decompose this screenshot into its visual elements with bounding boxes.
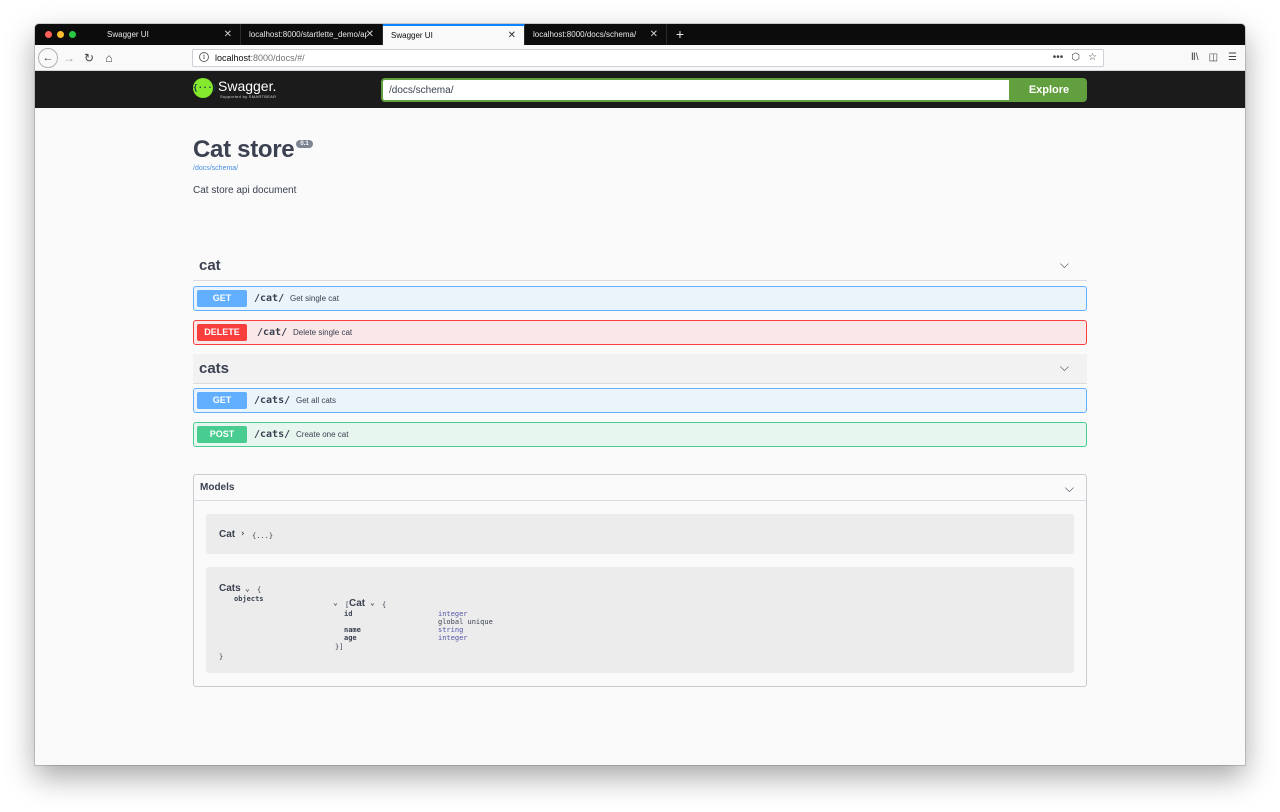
pocket-icon[interactable]: ⬡ [1071, 50, 1080, 66]
zoom-window-button[interactable] [69, 31, 76, 38]
field-type: integer [438, 610, 468, 618]
tab-title: localhost:8000/startlette_demo/api [249, 30, 367, 39]
chevron-right-icon[interactable]: › [240, 529, 245, 539]
api-info: Cat store 0.1 /docs/schema/ Cat store api… [193, 136, 1087, 196]
method-badge: GET [197, 392, 247, 409]
url-path: :8000/docs/#/ [250, 53, 305, 63]
sidebar-icon[interactable]: ◫ [1209, 49, 1218, 67]
chevron-down-icon[interactable]: ⌄ [245, 584, 250, 593]
operation-get-cats[interactable]: GET /cats/ Get all cats [193, 388, 1087, 413]
tab-title: Swagger UI [107, 30, 149, 39]
operation-summary: Create one cat [296, 430, 349, 439]
swagger-logo-icon: {···} [193, 78, 217, 98]
close-icon[interactable]: ✕ [224, 24, 232, 45]
bookmark-star-icon[interactable]: ☆ [1088, 50, 1097, 66]
forward-arrow-icon[interactable]: → [59, 48, 79, 68]
window-controls [45, 31, 76, 38]
explore-button[interactable]: Explore [1011, 78, 1087, 102]
back-arrow-icon[interactable]: ← [38, 48, 58, 68]
operation-summary: Get single cat [290, 294, 339, 303]
inner-close-brace: }] [335, 643, 344, 651]
url-actions: ••• ⬡ ☆ [1053, 50, 1097, 66]
field-name: age [344, 634, 357, 642]
url-text[interactable]: localhost:8000/docs/#/ [215, 50, 305, 66]
model-name: Cats [219, 583, 241, 594]
open-brace: { [257, 586, 262, 594]
close-icon[interactable]: ✕ [366, 24, 374, 45]
operation-path: /cats/ [254, 395, 291, 406]
url-bar[interactable]: i localhost:8000/docs/#/ ••• ⬡ ☆ [192, 49, 1104, 67]
swagger-logo-text: Swagger. [218, 78, 277, 94]
models-title: Models [200, 482, 235, 493]
field-note: global unique [438, 618, 493, 626]
model-cat[interactable]: Cat › {...} [206, 514, 1074, 554]
close-icon[interactable]: ✕ [508, 26, 516, 45]
minimize-window-button[interactable] [57, 31, 64, 38]
inner-open-brace: { [382, 601, 387, 609]
swagger-topbar: {···} Swagger. Supported by SMARTBEAR Ex… [35, 71, 1245, 108]
method-badge: GET [197, 290, 247, 307]
new-tab-button[interactable]: + [673, 24, 687, 45]
property-name: objects [234, 595, 264, 603]
spec-url-form: Explore [381, 78, 1087, 102]
site-info-icon[interactable]: i [199, 52, 209, 62]
model-collapsed-toggle[interactable]: {...} [252, 532, 273, 540]
library-icon[interactable]: Ⅱ\ [1191, 49, 1199, 67]
tab-title: Swagger UI [391, 31, 433, 40]
chevron-down-icon[interactable]: ⌄ [370, 598, 375, 607]
model-cats: Cats ⌄ { objects ⌄ [ Cat ⌄ { id integer … [206, 567, 1074, 673]
chevron-down-icon[interactable]: ⌵ [1065, 481, 1074, 496]
url-host: localhost [215, 53, 251, 63]
tab-swagger-ui-1[interactable]: Swagger UI ✕ [99, 24, 241, 45]
page-actions-icon[interactable]: ••• [1053, 50, 1064, 66]
tag-name: cats [199, 360, 230, 377]
inner-model-name: Cat [349, 598, 366, 609]
tag-name: cat [199, 257, 221, 274]
tab-strip: Swagger UI ✕ localhost:8000/startlette_d… [35, 24, 1245, 45]
operation-get-cat[interactable]: GET /cat/ Get single cat [193, 286, 1087, 311]
chevron-down-icon[interactable]: ⌄ [333, 598, 338, 607]
toolbar-right: Ⅱ\ ◫ ☰ [1191, 49, 1237, 67]
chevron-down-icon[interactable]: ⌵ [1060, 360, 1069, 375]
reload-icon[interactable]: ↻ [79, 48, 99, 68]
tab-title: localhost:8000/docs/schema/ [533, 30, 637, 39]
home-icon[interactable]: ⌂ [99, 48, 119, 68]
field-type: string [438, 626, 464, 634]
operation-summary: Delete single cat [293, 328, 353, 337]
method-badge: DELETE [197, 324, 247, 341]
models-section: Models ⌵ Cat › {...} Cats ⌄ { objects ⌄ … [193, 474, 1087, 687]
api-title: Cat store [193, 136, 295, 163]
browser-window: Swagger UI ✕ localhost:8000/startlette_d… [35, 24, 1245, 765]
method-badge: POST [197, 426, 247, 443]
operation-summary: Get all cats [296, 396, 337, 405]
field-name: id [344, 610, 353, 618]
operation-path: /cats/ [254, 429, 291, 440]
operation-path: /cat/ [257, 327, 288, 338]
swagger-logo-subtitle: Supported by SMARTBEAR [220, 94, 277, 99]
field-name: name [344, 626, 361, 634]
tab-startlette-demo[interactable]: localhost:8000/startlette_demo/api ✕ [241, 24, 383, 45]
menu-icon[interactable]: ☰ [1228, 49, 1237, 67]
tag-header-cat[interactable]: cat ⌵ [193, 251, 1087, 281]
operation-post-cats[interactable]: POST /cats/ Create one cat [193, 422, 1087, 447]
model-name: Cat [219, 529, 236, 540]
close-icon[interactable]: ✕ [650, 24, 658, 45]
version-badge: 0.1 [296, 140, 313, 148]
tab-docs-schema[interactable]: localhost:8000/docs/schema/ ✕ [525, 24, 667, 45]
spec-url-input[interactable] [381, 78, 1011, 102]
api-description: Cat store api document [193, 185, 297, 196]
spec-link[interactable]: /docs/schema/ [193, 165, 238, 172]
field-type: integer [438, 634, 468, 642]
chevron-down-icon[interactable]: ⌵ [1060, 257, 1069, 272]
models-header[interactable]: Models ⌵ [194, 475, 1086, 501]
close-brace: } [219, 653, 224, 661]
tab-swagger-ui-active[interactable]: Swagger UI ✕ [383, 24, 525, 45]
navigation-bar: ← → ↻ ⌂ i localhost:8000/docs/#/ ••• ⬡ ☆… [35, 45, 1245, 71]
tag-header-cats[interactable]: cats ⌵ [193, 354, 1087, 384]
operation-path: /cat/ [254, 293, 285, 304]
operation-delete-cat[interactable]: DELETE /cat/ Delete single cat [193, 320, 1087, 345]
close-window-button[interactable] [45, 31, 52, 38]
